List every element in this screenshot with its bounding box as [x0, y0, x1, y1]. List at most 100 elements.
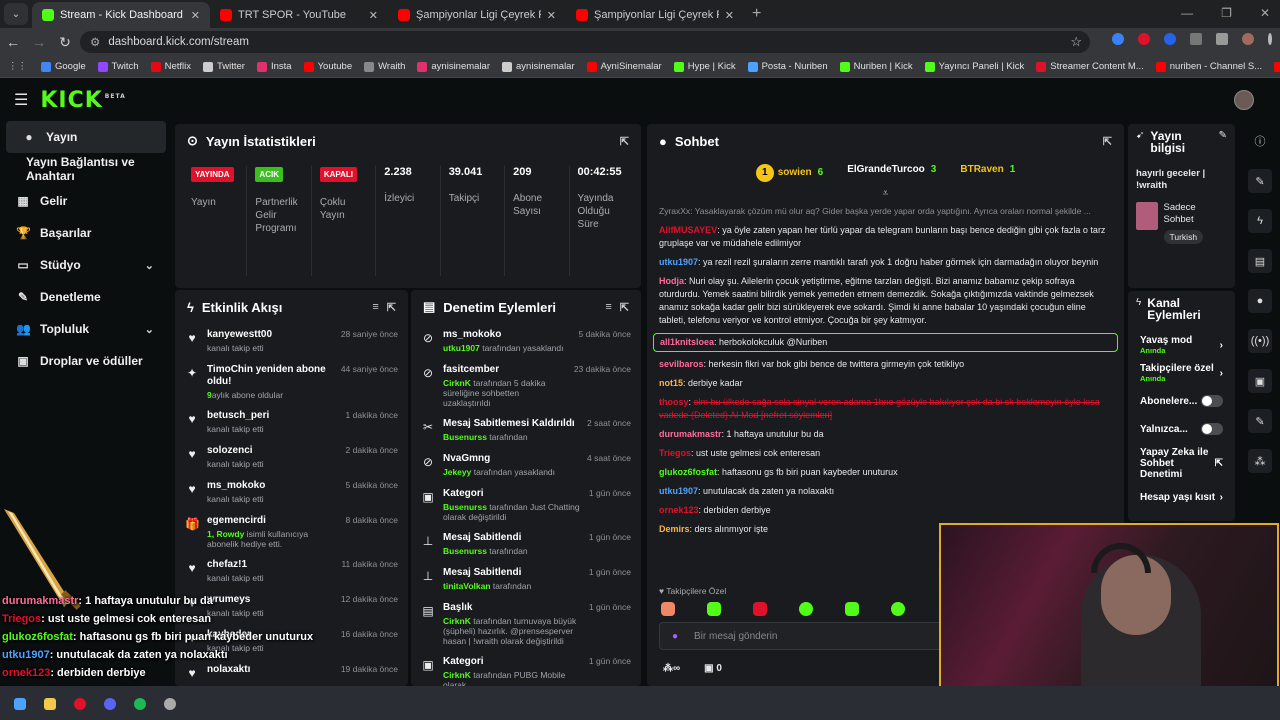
steam-icon[interactable]: [164, 698, 176, 710]
more-menu-icon[interactable]: [1268, 33, 1272, 45]
extension-icon[interactable]: [1138, 33, 1150, 45]
sidebar-item[interactable]: ✎ Denetleme: [0, 281, 172, 313]
wrench-icon[interactable]: ✎: [1248, 409, 1272, 433]
event-user[interactable]: Jekeyy: [443, 467, 471, 477]
bookmark-item[interactable]: nuriben - Channel S...: [1150, 61, 1268, 72]
tab-close-icon[interactable]: ✕: [191, 9, 200, 22]
channel-action[interactable]: Yapay Zeka ile Sohbet Denetimi ⇱: [1128, 443, 1235, 483]
bookmark-star-icon[interactable]: ☆: [1070, 34, 1082, 50]
infinity-icon[interactable]: ⁂∞: [663, 663, 680, 674]
browser-tab[interactable]: Şampiyonlar Ligi Çeyrek Final | ✕: [566, 2, 744, 28]
emote-icon[interactable]: [799, 602, 813, 616]
chat-username[interactable]: durumakmastr: [659, 429, 722, 439]
chat-username[interactable]: Demirs: [659, 524, 690, 534]
bookmark-item[interactable]: aynisinemalar: [411, 61, 496, 72]
tab-close-icon[interactable]: ✕: [547, 9, 556, 22]
extension-icon[interactable]: [1164, 33, 1176, 45]
chat-username[interactable]: all1knitsloea: [660, 337, 714, 347]
minimize-icon[interactable]: —: [1181, 6, 1193, 20]
sidebar-item[interactable]: ▦ Gelir: [0, 185, 172, 217]
bookmark-item[interactable]: Youtube: [298, 61, 359, 72]
emote-icon[interactable]: [891, 602, 905, 616]
filter-icon[interactable]: ≡: [372, 301, 378, 313]
bookmark-item[interactable]: Yayıncı Paneli | Kick: [919, 61, 1031, 72]
bookmark-item[interactable]: Hype | Kick: [668, 61, 742, 72]
back-icon[interactable]: ←: [0, 34, 26, 50]
top-gifter[interactable]: BTRaven 1: [960, 164, 1015, 182]
extension-icon[interactable]: [1112, 33, 1124, 45]
broadcast-icon[interactable]: ((•)): [1248, 329, 1272, 353]
edit-icon[interactable]: ✎: [1219, 130, 1227, 141]
browser-tab[interactable]: TRT SPOR - YouTube ✕: [210, 2, 388, 28]
sidebar-item[interactable]: Yayın Bağlantısı ve Anahtarı: [0, 153, 172, 185]
forward-icon[interactable]: →: [26, 34, 52, 50]
chevron-right-icon[interactable]: ›: [1220, 492, 1223, 503]
reading-list-icon[interactable]: [1216, 33, 1228, 45]
spotify-icon[interactable]: [134, 698, 146, 710]
chrome-icon[interactable]: [74, 698, 86, 710]
event-user[interactable]: utku1907: [443, 343, 480, 353]
event-user[interactable]: CirknK: [443, 616, 471, 626]
channel-action[interactable]: Yalnızca...: [1128, 415, 1235, 443]
sidebar-item[interactable]: 🏆 Başarılar: [0, 217, 172, 249]
bookmark-item[interactable]: Insta: [251, 61, 298, 72]
chat-username[interactable]: Hodja: [659, 276, 684, 286]
channel-action[interactable]: Takipçilere özel Anında ›: [1128, 359, 1235, 387]
event-user[interactable]: tinitaVolkan: [443, 581, 491, 591]
event-user[interactable]: 1, Rowdy: [207, 529, 244, 539]
maximize-icon[interactable]: ❐: [1221, 6, 1232, 20]
kick-logo[interactable]: KICK BETA: [40, 88, 125, 113]
tab-close-icon[interactable]: ✕: [725, 9, 734, 22]
url-input[interactable]: ⚙ dashboard.kick.com/stream ☆: [80, 31, 1090, 53]
sidebar-item[interactable]: 👥 Topluluk ⌄: [0, 313, 172, 345]
emote-icon[interactable]: [707, 602, 721, 616]
channel-action[interactable]: Abonelere...: [1128, 387, 1235, 415]
windows-icon[interactable]: [14, 698, 26, 710]
bookmark-item[interactable]: Nuriben | Kick: [834, 61, 919, 72]
event-user[interactable]: CirknK: [443, 378, 471, 388]
close-window-icon[interactable]: ✕: [1260, 6, 1270, 20]
mic-icon[interactable]: ●: [672, 631, 678, 642]
bookmark-item[interactable]: AyniSinemalar: [581, 61, 668, 72]
new-tab-button[interactable]: +: [752, 5, 761, 23]
apps-icon[interactable]: ⋮⋮: [8, 61, 27, 72]
browser-tab[interactable]: Stream - Kick Dashboard ✕: [32, 2, 210, 28]
layout-icon[interactable]: ▣: [1248, 369, 1272, 393]
document-icon[interactable]: ▤: [1248, 249, 1272, 273]
puzzle-icon[interactable]: [1190, 33, 1202, 45]
filter-icon[interactable]: ≡: [605, 301, 611, 313]
edit-icon[interactable]: ✎: [1248, 169, 1272, 193]
chat-username[interactable]: thoosy: [659, 397, 689, 407]
sidebar-item[interactable]: ▭ Stüdyo ⌄: [0, 249, 172, 281]
popout-icon[interactable]: ⇱: [620, 301, 629, 314]
site-info-icon[interactable]: ⚙: [90, 35, 100, 49]
avatar[interactable]: [1234, 90, 1254, 110]
popout-icon[interactable]: ⇱: [387, 301, 396, 314]
channel-action[interactable]: Hesap yaşı kısıt ›: [1128, 483, 1235, 511]
chevron-down-icon[interactable]: ⌄: [145, 259, 154, 272]
category-name[interactable]: Sadece Sohbet: [1164, 202, 1228, 226]
chevron-down-icon[interactable]: ⌄: [145, 323, 154, 336]
chat-username[interactable]: glukoz6fosfat: [659, 467, 717, 477]
toggle-switch[interactable]: [1201, 423, 1223, 435]
channel-action[interactable]: Yavaş mod Anında ›: [1128, 331, 1235, 359]
popout-icon[interactable]: ⇱: [620, 135, 629, 148]
info-icon[interactable]: ⓘ: [1248, 129, 1272, 153]
emote-icon[interactable]: [661, 602, 675, 616]
chat-username[interactable]: utku1907: [659, 257, 698, 267]
event-user[interactable]: CirknK: [443, 670, 471, 680]
menu-icon[interactable]: ☰: [14, 90, 28, 110]
bookmark-item[interactable]: Netflix: [145, 61, 197, 72]
bookmark-item[interactable]: Twitch: [92, 61, 145, 72]
top-gifter[interactable]: 1 sowien 6: [755, 164, 823, 182]
chat-icon[interactable]: ●: [1248, 289, 1272, 313]
event-user[interactable]: Busenurss: [443, 546, 487, 556]
browser-tab[interactable]: Şampiyonlar Ligi Çeyrek Final | ✕: [388, 2, 566, 28]
top-gifter[interactable]: ElGrandeTurcoo 3: [847, 164, 936, 182]
chat-username[interactable]: sevilbaros: [659, 359, 704, 369]
event-user[interactable]: Busenurss: [443, 502, 487, 512]
lightning-icon[interactable]: ϟ: [1248, 209, 1272, 233]
community-icon[interactable]: ⁂: [1248, 449, 1272, 473]
tab-search-icon[interactable]: ⌄: [4, 3, 28, 25]
bookmark-item[interactable]: Wraith: [358, 61, 411, 72]
